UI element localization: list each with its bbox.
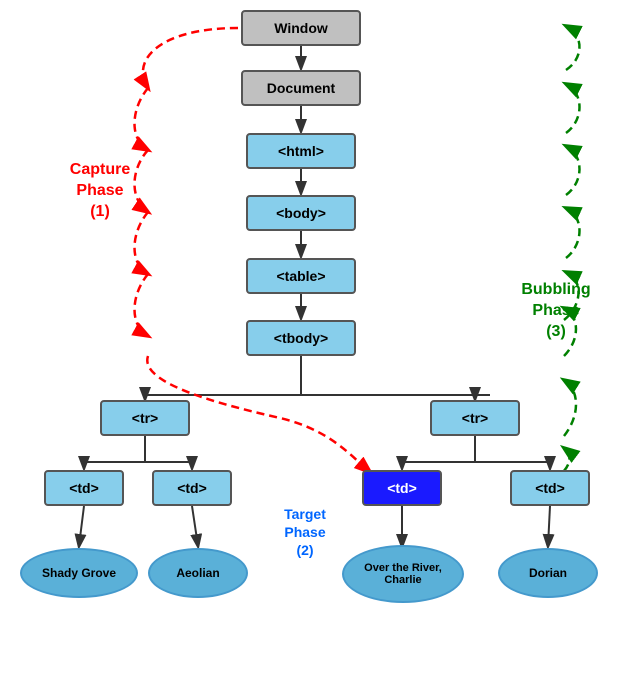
td3-target-node: <td> bbox=[362, 470, 442, 506]
window-node: Window bbox=[241, 10, 361, 46]
td2-node: <td> bbox=[152, 470, 232, 506]
shady-grove-node: Shady Grove bbox=[20, 548, 138, 598]
over-the-river-node: Over the River,Charlie bbox=[342, 545, 464, 603]
capture-phase-label: CapturePhase(1) bbox=[55, 160, 145, 222]
td1-node: <td> bbox=[44, 470, 124, 506]
document-node: Document bbox=[241, 70, 361, 106]
table-node: <table> bbox=[246, 258, 356, 294]
body-node: <body> bbox=[246, 195, 356, 231]
tr2-node: <tr> bbox=[430, 400, 520, 436]
td4-node: <td> bbox=[510, 470, 590, 506]
bubbling-phase-label: BubblingPhase(3) bbox=[506, 280, 606, 342]
aeolian-node: Aeolian bbox=[148, 548, 248, 598]
dorian-node: Dorian bbox=[498, 548, 598, 598]
tbody-node: <tbody> bbox=[246, 320, 356, 356]
target-phase-label: TargetPhase(2) bbox=[260, 505, 350, 560]
html-node: <html> bbox=[246, 133, 356, 169]
event-propagation-diagram: Window Document <html> <body> <table> <t… bbox=[0, 0, 640, 690]
tr1-node: <tr> bbox=[100, 400, 190, 436]
